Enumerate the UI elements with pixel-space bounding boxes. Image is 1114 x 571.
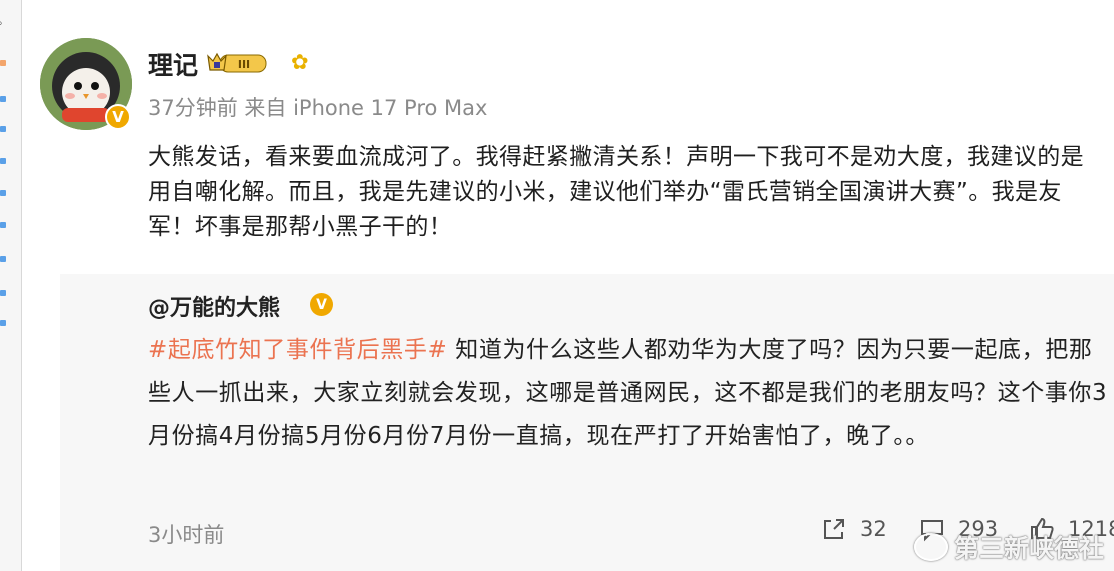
repost-button[interactable]: 32 — [820, 515, 887, 543]
weibo-watermark: 第三新峡德社 — [913, 529, 1104, 565]
app-icon — [0, 60, 6, 66]
post-text: 大熊发话，看来要血流成河了。我得赶紧撇清关系！声明一下我可不是劝大度，我建议的是… — [148, 144, 1084, 240]
app-icon — [0, 222, 6, 228]
hashtag-link[interactable]: #起底竹知了事件背后黑手# — [148, 337, 447, 363]
app-icon — [0, 256, 6, 262]
app-icon — [0, 158, 6, 164]
sunflower-icon[interactable]: ✿ — [291, 50, 309, 74]
svg-text:III: III — [238, 58, 250, 71]
share-icon — [824, 519, 844, 539]
watermark-text: 第三新峡德社 — [953, 534, 1104, 563]
search-icon: ⌕ — [0, 18, 3, 29]
username[interactable]: 理记 — [148, 46, 198, 82]
verified-badge-icon: V — [105, 104, 131, 130]
post-meta: 37分钟前 来自 iPhone 17 Pro Max — [148, 96, 488, 120]
verified-badge-icon: V — [310, 293, 333, 316]
app-icon — [0, 320, 6, 326]
app-icon — [0, 96, 6, 102]
app-icon — [0, 290, 6, 296]
repost-count: 32 — [860, 517, 887, 541]
repost-text: #起底竹知了事件背后黑手# 知道为什么这些人都劝华为大度了吗？因为只要一起底，把… — [148, 329, 1108, 458]
weibo-logo-icon — [913, 533, 948, 561]
repost-card[interactable]: @万能的大熊 V #起底竹知了事件背后黑手# 知道为什么这些人都劝华为大度了吗？… — [60, 274, 1114, 571]
repost-author[interactable]: @万能的大熊 — [148, 290, 280, 322]
repost-timestamp[interactable]: 3小时前 — [148, 519, 224, 549]
vip-level-badge-icon[interactable]: III — [206, 52, 268, 74]
app-icon — [0, 126, 6, 132]
app-icon — [0, 190, 6, 196]
background-window-strip: ⌕ — [0, 0, 22, 571]
weibo-post-card: V 理记 III ✿ 37分钟前 来自 iPhone 17 Pro Max 大熊… — [22, 0, 1114, 571]
